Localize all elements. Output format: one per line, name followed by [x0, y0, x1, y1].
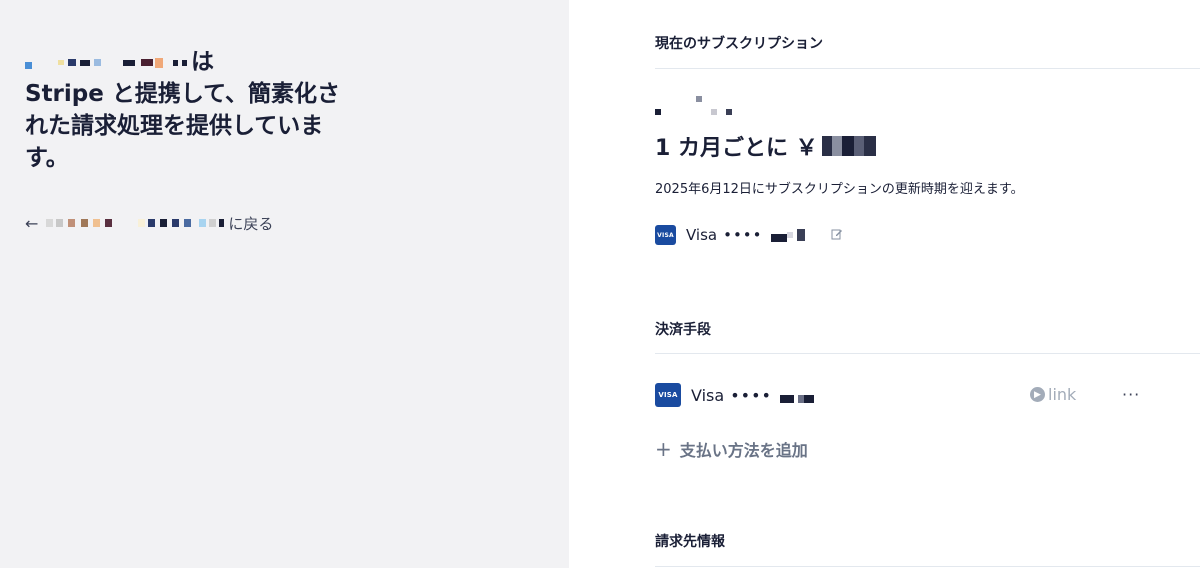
right-panel: 現在のサブスクリプション 1 カ月ごとに ￥ 2025年6月12日にサブスクリプ…	[569, 0, 1200, 568]
price-prefix: 1 カ月ごとに ￥	[655, 136, 818, 161]
card-dots: ••••	[730, 385, 772, 405]
subscription-card: VISA Visa ••••	[655, 225, 845, 245]
link-badge: ▶ link	[1030, 385, 1076, 404]
headline-suffix: は	[191, 49, 214, 75]
visa-card-icon: VISA	[655, 225, 676, 245]
billing-info-title: 請求先情報	[655, 534, 725, 550]
divider	[655, 353, 1200, 354]
left-panel: は Stripe と提携して、簡素化さ れた請求処理を提供していま す。 ← に…	[0, 0, 569, 568]
headline-line-3: れた請求処理を提供していま	[25, 113, 324, 139]
price-amount-redacted	[821, 136, 876, 156]
back-to-merchant-link[interactable]: ← に戻る	[25, 212, 273, 234]
plus-icon: +	[655, 437, 672, 461]
edit-icon[interactable]	[831, 228, 845, 242]
back-arrow-icon: ←	[25, 213, 39, 233]
divider	[655, 68, 1200, 69]
current-subscription-title: 現在のサブスクリプション	[655, 36, 823, 52]
merchant-name-redacted-back	[46, 219, 226, 227]
headline-line-4: す。	[25, 145, 69, 171]
link-label: link	[1048, 385, 1077, 404]
renewal-date-text: 2025年6月12日にサブスクリプションの更新時期を迎えます。	[655, 182, 1024, 197]
more-options-button[interactable]: ···	[1122, 385, 1140, 404]
subscription-price: 1 カ月ごとに ￥	[655, 130, 878, 162]
visa-card-icon: VISA	[655, 383, 681, 407]
link-play-icon: ▶	[1030, 387, 1045, 402]
payment-method-card[interactable]: VISA Visa ••••	[655, 383, 816, 407]
divider	[655, 566, 1200, 567]
card-brand: Visa	[686, 226, 718, 244]
add-payment-method-button[interactable]: + 支払い方法を追加	[655, 437, 808, 461]
headline-line-2: Stripe と提携して、簡素化さ	[25, 81, 341, 107]
plan-name-redacted	[655, 96, 733, 115]
card-brand: Visa	[691, 385, 725, 405]
merchant-name-redacted	[25, 56, 189, 69]
add-payment-method-label: 支払い方法を追加	[679, 441, 808, 460]
card-dots: ••••	[723, 226, 763, 244]
payment-methods-title: 決済手段	[655, 322, 711, 338]
back-link-suffix: に戻る	[228, 214, 274, 233]
card-last4-redacted	[770, 228, 805, 242]
card-last4-redacted	[779, 395, 814, 403]
merchant-headline: は Stripe と提携して、簡素化さ れた請求処理を提供していま す。	[25, 46, 355, 174]
